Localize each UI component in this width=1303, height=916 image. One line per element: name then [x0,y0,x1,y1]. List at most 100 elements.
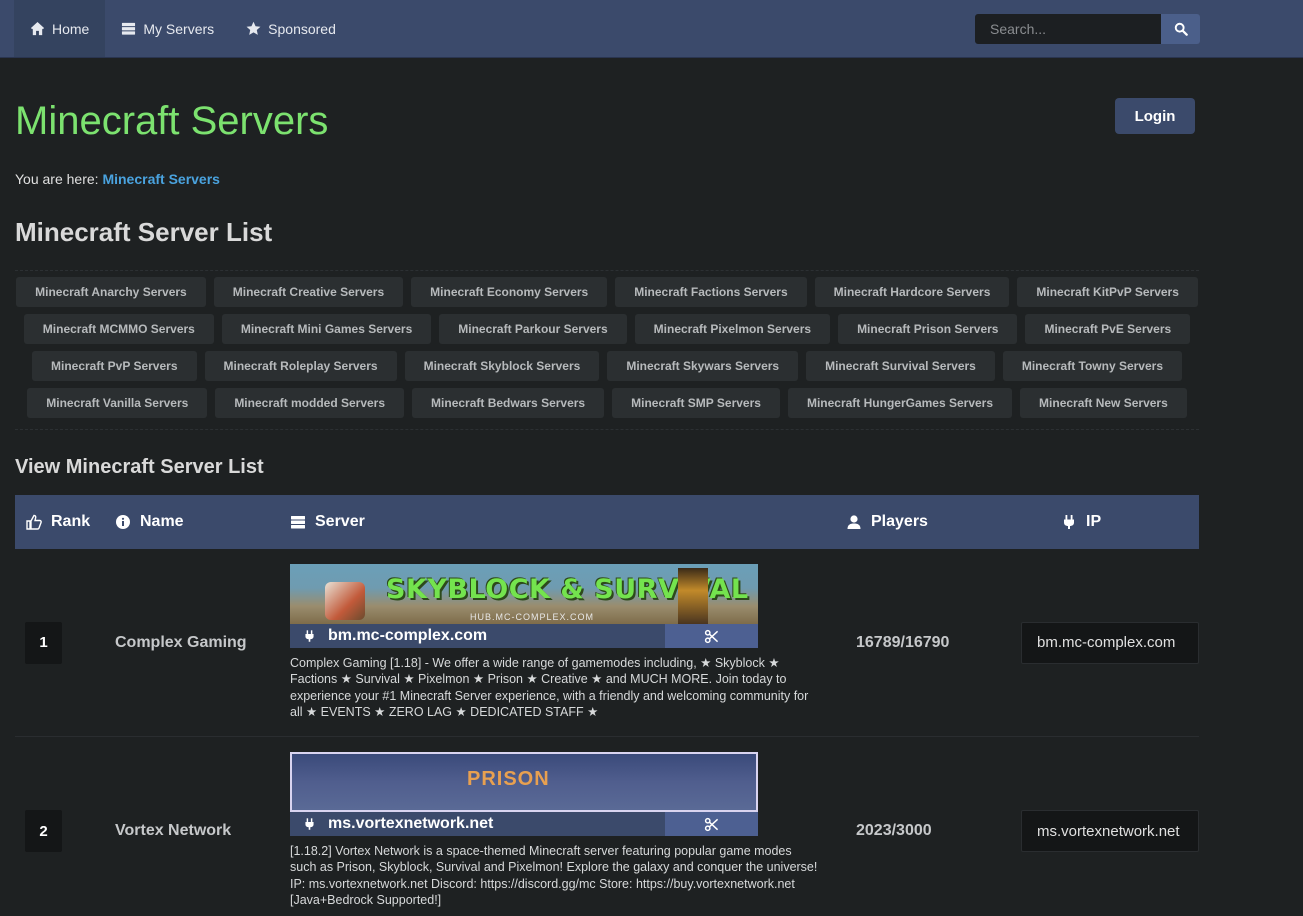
copy-ip-button[interactable] [665,624,758,648]
category-tag[interactable]: Minecraft Factions Servers [615,277,807,307]
server-description: [1.18.2] Vortex Network is a space-theme… [290,844,818,907]
server-address[interactable]: bm.mc-complex.com [290,624,665,648]
server-icon [122,22,136,35]
server-cell: SKYBLOCK & SURVIVAL HUB.MC-COMPLEX.COM b… [290,549,846,736]
nav-item-sponsored[interactable]: Sponsored [230,0,352,57]
banner-title: PRISON [467,768,550,790]
thumbs-up-icon [26,514,42,530]
header-label: Name [140,513,184,530]
title-row: Minecraft Servers Login [15,58,1195,163]
category-tag[interactable]: Minecraft PvP Servers [31,351,197,381]
user-icon [847,515,861,529]
character-graphic [325,582,365,620]
nav-item-label: Sponsored [268,20,336,37]
search-input[interactable] [975,13,1161,44]
view-list-heading: View Minecraft Server List [15,456,264,478]
plug-icon [305,818,314,830]
table-header: Rank Name Server Players IP [15,495,1199,549]
ip-copy-field[interactable]: ms.vortexnetwork.net [1021,810,1199,852]
plug-icon [305,630,314,642]
copy-ip-button[interactable] [665,812,758,836]
banner-subtitle: HUB.MC-COMPLEX.COM [470,612,595,622]
nav-item-label: Home [52,20,90,37]
rank-badge: 1 [25,621,62,664]
server-description: Complex Gaming [1.18] - We offer a wide … [290,656,809,719]
info-icon [116,515,130,529]
category-tag[interactable]: Minecraft Towny Servers [1002,351,1183,381]
top-navbar: Home My Servers Sponsored [0,0,1303,58]
server-name-link[interactable]: Complex Gaming [115,634,247,652]
category-tag[interactable]: Minecraft PvE Servers [1025,314,1191,344]
scissors-icon [704,817,719,831]
server-list-heading: Minecraft Server List [15,217,273,247]
address-text: bm.mc-complex.com [328,627,488,644]
category-tag[interactable]: Minecraft Creative Servers [213,277,404,307]
category-tag[interactable]: Minecraft New Servers [1020,388,1187,418]
tag-row: Minecraft Vanilla Servers Minecraft modd… [15,388,1199,418]
rank-cell: 2 [15,737,115,916]
page-title: Minecraft Servers [15,99,329,143]
category-tag[interactable]: Minecraft Pixelmon Servers [634,314,831,344]
category-tag[interactable]: Minecraft HungerGames Servers [787,388,1013,418]
server-icon [291,516,305,529]
tag-row: Minecraft Anarchy Servers Minecraft Crea… [15,277,1199,307]
search-form [975,0,1200,57]
server-banner[interactable]: PRISON [290,752,758,812]
header-rank[interactable]: Rank [15,513,115,531]
ip-copy-field[interactable]: bm.mc-complex.com [1021,621,1199,664]
rank-badge: 2 [25,810,62,852]
category-tag[interactable]: Minecraft Parkour Servers [439,314,627,344]
category-tag[interactable]: Minecraft Roleplay Servers [204,351,397,381]
category-tag[interactable]: Minecraft Anarchy Servers [16,277,206,307]
ip-cell: ms.vortexnetwork.net [1021,737,1199,916]
name-cell: Vortex Network [115,737,290,916]
category-tag[interactable]: Minecraft KitPvP Servers [1017,277,1198,307]
server-address-bar: ms.vortexnetwork.net [290,812,758,836]
category-tag[interactable]: Minecraft Vanilla Servers [27,388,208,418]
login-button[interactable]: Login [1115,98,1195,134]
breadcrumb: You are here: Minecraft Servers [15,171,1184,197]
breadcrumb-link[interactable]: Minecraft Servers [102,171,220,187]
header-label: Players [871,513,928,530]
category-tag[interactable]: Minecraft MCMMO Servers [23,314,214,344]
server-address-bar: bm.mc-complex.com [290,624,758,648]
category-tag[interactable]: Minecraft Skywars Servers [607,351,799,381]
table-row[interactable]: 1 Complex Gaming SKYBLOCK & SURVIVAL HUB… [15,549,1199,737]
header-label: Rank [51,513,91,530]
header-label: IP [1086,513,1102,530]
tag-row: Minecraft PvP Servers Minecraft Roleplay… [15,351,1199,381]
search-icon [1174,22,1188,36]
ip-cell: bm.mc-complex.com [1021,549,1199,736]
search-button[interactable] [1161,13,1200,44]
table-row[interactable]: 2 Vortex Network PRISON ms.vortexnetwork… [15,737,1199,916]
header-label: Server [315,513,365,530]
home-icon [30,21,45,36]
server-name-link[interactable]: Vortex Network [115,822,231,840]
header-server[interactable]: Server [290,513,846,531]
category-tag[interactable]: Minecraft Bedwars Servers [412,388,605,418]
torch-graphic [678,568,708,624]
category-tag[interactable]: Minecraft Survival Servers [806,351,995,381]
category-tag[interactable]: Minecraft modded Servers [215,388,405,418]
nav-item-home[interactable]: Home [14,0,106,57]
nav-item-label: My Servers [143,20,215,37]
rank-cell: 1 [15,549,115,736]
category-tag[interactable]: Minecraft Prison Servers [838,314,1018,344]
nav-item-my-servers[interactable]: My Servers [105,0,230,57]
star-icon [246,21,261,35]
server-address[interactable]: ms.vortexnetwork.net [290,812,665,836]
header-ip[interactable]: IP [1061,513,1199,531]
category-tag[interactable]: Minecraft Economy Servers [411,277,608,307]
header-name[interactable]: Name [115,513,290,531]
header-players[interactable]: Players [846,513,1061,531]
category-tag[interactable]: Minecraft Skyblock Servers [404,351,600,381]
category-tag[interactable]: Minecraft SMP Servers [612,388,780,418]
tag-row: Minecraft MCMMO Servers Minecraft Mini G… [15,314,1199,344]
breadcrumb-prefix: You are here: [15,171,99,187]
nav-menu: Home My Servers Sponsored [14,0,352,57]
category-tag[interactable]: Minecraft Hardcore Servers [814,277,1010,307]
category-tag[interactable]: Minecraft Mini Games Servers [221,314,432,344]
server-banner[interactable]: SKYBLOCK & SURVIVAL HUB.MC-COMPLEX.COM [290,564,758,624]
category-tags: Minecraft Anarchy Servers Minecraft Crea… [15,270,1199,430]
server-table: Rank Name Server Players IP 1 Complex Ga… [15,495,1199,916]
